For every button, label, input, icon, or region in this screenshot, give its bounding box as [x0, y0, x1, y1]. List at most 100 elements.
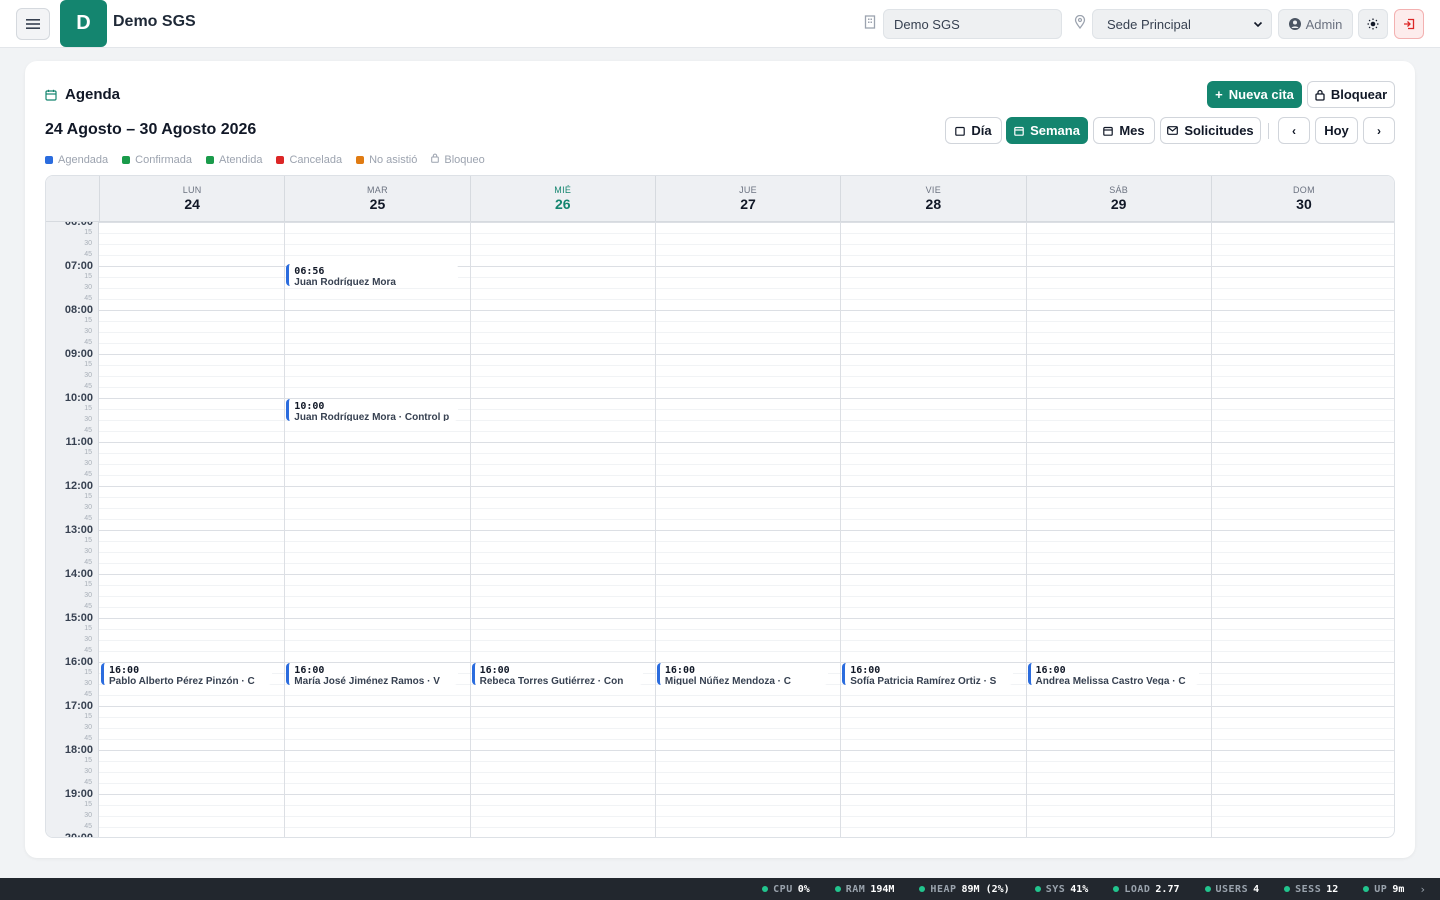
- new-appointment-button[interactable]: + Nueva cita: [1207, 81, 1302, 108]
- view-week-button[interactable]: Semana: [1006, 117, 1088, 144]
- quarter-label: 30: [84, 592, 92, 599]
- hour-gridline: [99, 310, 1394, 311]
- appointment-event[interactable]: 16:00 Sofía Patricia Ramírez Ortiz · S: [842, 663, 1014, 685]
- legend-item: Atendida: [206, 153, 262, 166]
- status-value: 2.77: [1155, 883, 1180, 895]
- event-time: 16:00: [109, 665, 140, 676]
- status-label: UP: [1374, 883, 1388, 895]
- quarter-label: 30: [84, 548, 92, 555]
- hour-gridline: [99, 618, 1394, 619]
- appointment-event[interactable]: 10:00 Juan Rodríguez Mora · Control p: [286, 399, 458, 421]
- previous-week-button[interactable]: ‹: [1278, 117, 1310, 144]
- status-value: 194M: [870, 883, 895, 895]
- appointment-event[interactable]: 16:00 Andrea Melissa Castro Vega · C: [1027, 663, 1199, 685]
- site-select[interactable]: Sede Principal: [1092, 9, 1272, 39]
- appointment-event[interactable]: 16:00 Rebeca Torres Gutiérrez · Con: [471, 663, 643, 685]
- quarter-gridline: [99, 783, 1394, 784]
- hour-label: 12:00: [64, 480, 93, 492]
- status-dot: [1034, 886, 1041, 892]
- legend-item: Cancelada: [276, 153, 342, 166]
- chevron-right-icon[interactable]: ›: [1419, 883, 1426, 896]
- calendar-week-icon: [1014, 126, 1024, 136]
- theme-toggle-button[interactable]: [1358, 9, 1388, 39]
- event-title: Juan Rodríguez Mora · Control p: [294, 412, 450, 421]
- event-time: 16:00: [664, 665, 695, 676]
- quarter-label: 45: [84, 383, 92, 390]
- view-day-label: Día: [971, 123, 992, 138]
- hour-label: 09:00: [64, 348, 93, 360]
- event-time: 16:00: [294, 665, 325, 676]
- day-header-lun: LUN 24: [99, 176, 284, 222]
- legend-swatch: [206, 155, 215, 164]
- quarter-gridline: [99, 299, 1394, 300]
- quarter-gridline: [99, 233, 1394, 234]
- event-title: Rebeca Torres Gutiérrez · Con: [479, 676, 624, 685]
- view-day-button[interactable]: Día: [945, 117, 1002, 144]
- day-date: 27: [740, 196, 756, 212]
- day-column-divider: [840, 222, 842, 837]
- quarter-label: 15: [84, 405, 92, 412]
- week-calendar: LUN 24 MAR 25 MIÉ 26 JUE 27 VIE 28 SÁB 29 DOM 30 06:0…: [45, 175, 1395, 838]
- quarter-label: 15: [84, 317, 92, 324]
- quarter-label: 15: [84, 537, 92, 544]
- appointment-event[interactable]: 06:56 Juan Rodríguez Mora: [286, 264, 458, 287]
- event-title: Miguel Núñez Mendoza · C: [664, 676, 791, 685]
- block-button[interactable]: Bloquear: [1307, 81, 1395, 108]
- hour-label: 11:00: [65, 436, 93, 448]
- legend-swatch: [276, 155, 285, 164]
- quarter-label: 30: [84, 680, 92, 687]
- requests-button[interactable]: Solicitudes: [1160, 117, 1261, 144]
- quarter-label: 45: [84, 427, 92, 434]
- view-month-button[interactable]: Mes: [1093, 117, 1155, 144]
- appointment-event[interactable]: 16:00 Pablo Alberto Pérez Pinzón · C: [101, 663, 273, 685]
- quarter-label: 45: [84, 735, 92, 742]
- legend-item: Confirmada: [122, 153, 192, 166]
- legend-label: Confirmada: [135, 153, 193, 166]
- toolbar-divider: [1268, 123, 1269, 139]
- lock-icon: [431, 153, 440, 166]
- day-date: 24: [184, 196, 200, 212]
- quarter-gridline: [99, 288, 1394, 289]
- quarter-gridline: [99, 761, 1394, 762]
- quarter-label: 45: [84, 603, 92, 610]
- quarter-gridline: [99, 607, 1394, 608]
- hour-label: 10:00: [64, 392, 93, 404]
- organization-field[interactable]: Demo SGS: [883, 9, 1062, 39]
- sun-icon: [1367, 18, 1379, 30]
- user-menu-button[interactable]: Admin: [1278, 9, 1353, 39]
- day-header-sáb: SÁB 29: [1025, 176, 1211, 222]
- quarter-gridline: [99, 640, 1394, 641]
- appointment-event[interactable]: 16:00 Miguel Núñez Mendoza · C: [656, 663, 829, 685]
- new-appointment-label: Nueva cita: [1228, 87, 1294, 102]
- day-header-jue: JUE 27: [654, 176, 840, 222]
- chevron-left-icon: ‹: [1292, 123, 1296, 138]
- next-week-button[interactable]: ›: [1363, 117, 1395, 144]
- quarter-gridline: [99, 343, 1394, 344]
- day-date: 30: [1296, 196, 1312, 212]
- menu-button[interactable]: [16, 8, 50, 40]
- quarter-label: 30: [84, 636, 92, 643]
- time-column: 06:00 15 30 45 07:00 15 30 45 08:00 15 30 45 09:00 15…: [46, 222, 99, 837]
- today-button[interactable]: Hoy: [1315, 117, 1358, 144]
- legend-swatch: [122, 155, 131, 164]
- app-logo[interactable]: D: [60, 0, 107, 47]
- status-label: RAM: [845, 883, 866, 895]
- event-time: 06:56: [294, 266, 325, 278]
- day-name: VIE: [925, 185, 942, 195]
- location-pin-icon: [1074, 15, 1086, 29]
- status-sys: SYS 41%: [1034, 884, 1088, 895]
- legend-item: Bloqueo: [431, 153, 485, 166]
- day-name: JUE: [739, 185, 757, 195]
- day-header-mié: MIÉ 26: [469, 176, 655, 222]
- hour-gridline: [99, 794, 1394, 795]
- quarter-label: 30: [84, 768, 92, 775]
- appointment-event[interactable]: 16:00 María José Jiménez Ramos · V: [286, 663, 458, 685]
- calendar-grid[interactable]: 06:00 15 30 45 07:00 15 30 45 08:00 15 30 45 09:00 15…: [46, 222, 1394, 837]
- lock-icon: [1315, 89, 1325, 101]
- hour-label: 06:00: [64, 222, 93, 228]
- logout-button[interactable]: [1394, 9, 1424, 39]
- quarter-gridline: [99, 805, 1394, 806]
- hour-gridline: [99, 354, 1394, 355]
- quarter-label: 45: [84, 559, 92, 566]
- quarter-gridline: [99, 552, 1394, 553]
